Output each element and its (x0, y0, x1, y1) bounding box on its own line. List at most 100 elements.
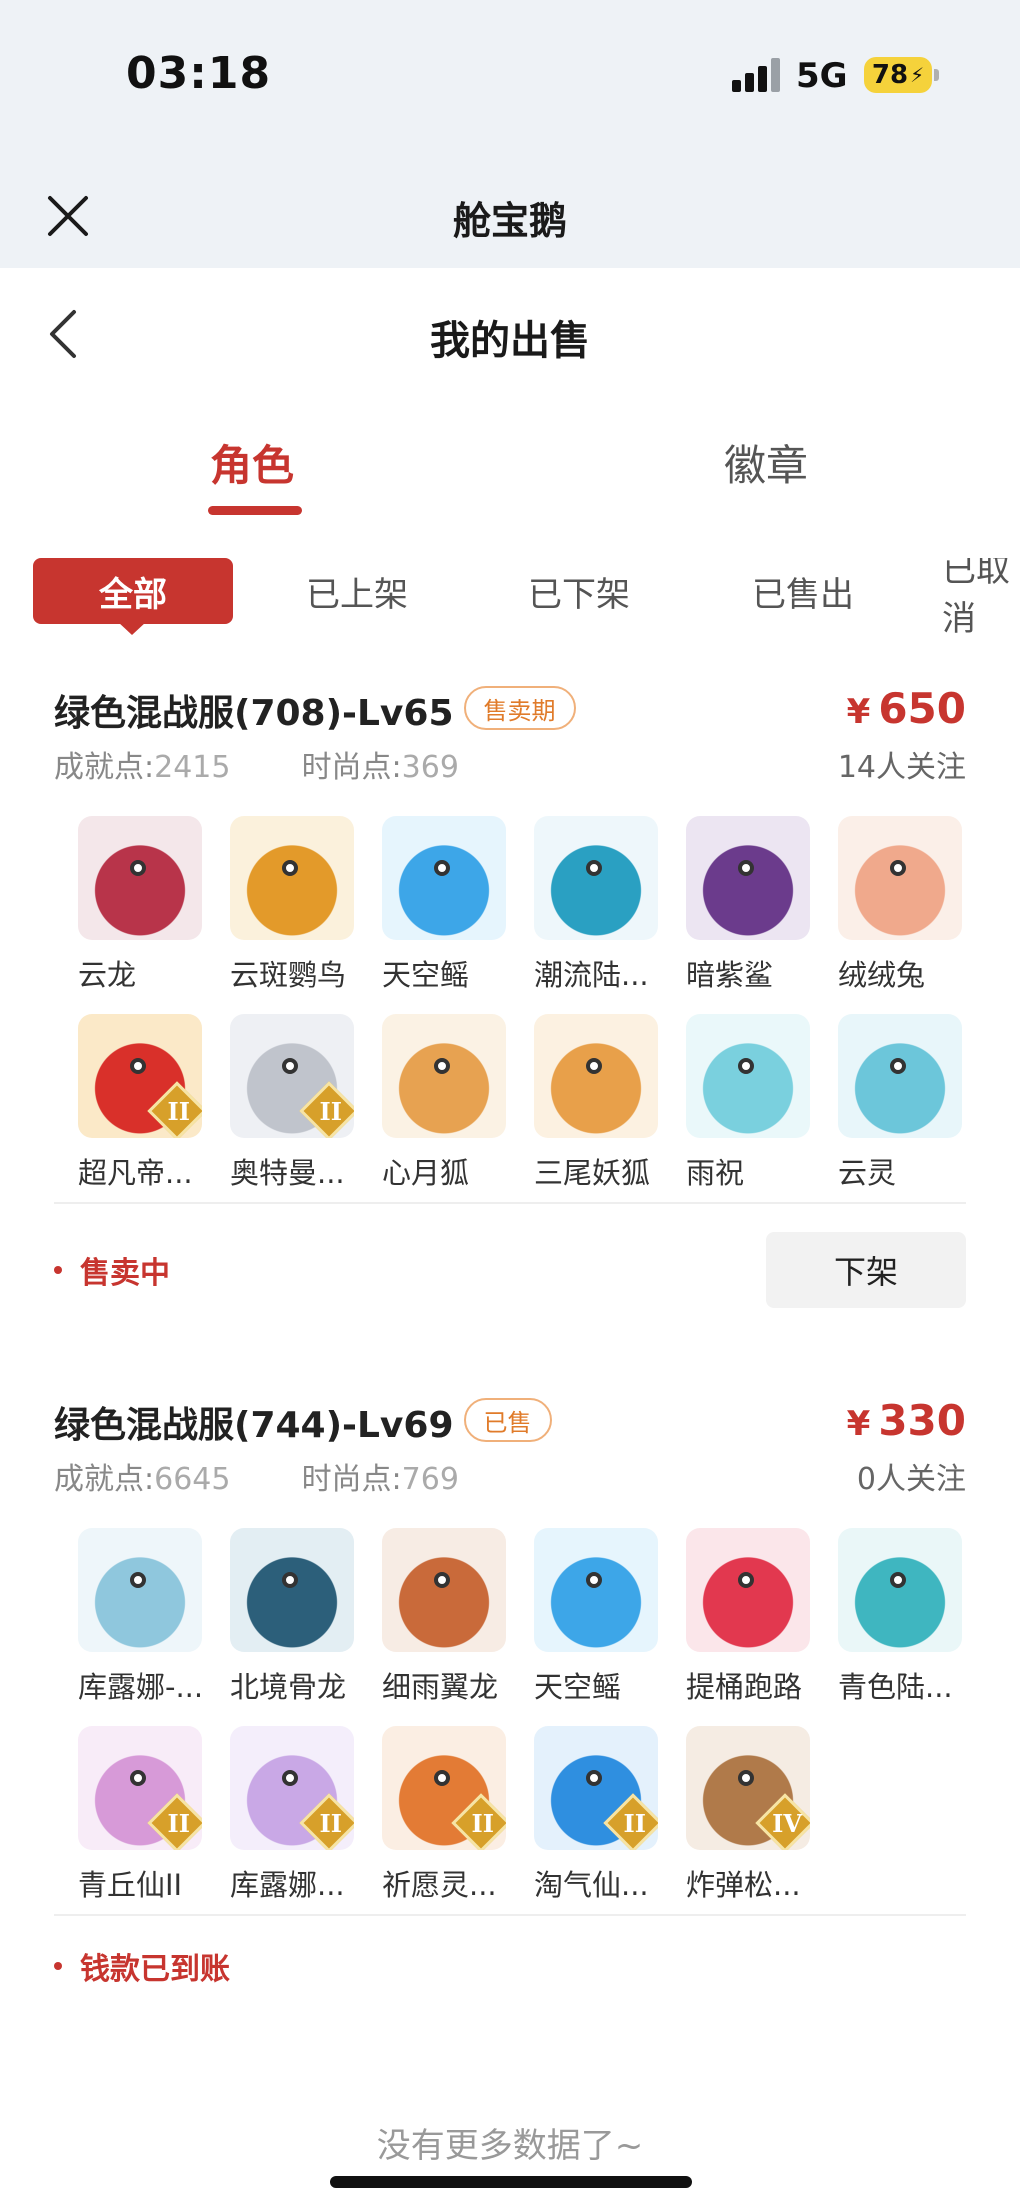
item-thumbnail (382, 1014, 506, 1138)
filter-cancelled[interactable]: 已取消 (942, 558, 1020, 638)
rank-label: II (167, 1097, 190, 1126)
item-tile[interactable]: 云灵 (838, 1014, 988, 1192)
item-thumbnail (534, 816, 658, 940)
item-thumbnail (686, 816, 810, 940)
item-thumbnail (382, 1528, 506, 1652)
listing-stats: 成就点:2415 时尚点:369 (54, 742, 459, 786)
tab-active-underline (208, 506, 302, 515)
item-tile[interactable]: II 超凡帝... (78, 1014, 228, 1192)
sale-status-text: 钱款已到账 (80, 1952, 230, 1987)
item-tile[interactable]: IV 炸弹松... (686, 1726, 836, 1904)
filter-all[interactable]: 全部 (33, 558, 233, 624)
item-tile[interactable]: II 淘气仙... (534, 1726, 684, 1904)
item-eye (586, 1770, 602, 1786)
rank-label: IV (772, 1809, 802, 1838)
item-name: 奥特曼... (230, 1156, 345, 1190)
currency-symbol: ¥ (846, 1404, 871, 1444)
home-indicator (330, 2176, 692, 2188)
item-tile[interactable]: 潮流陆... (534, 816, 684, 994)
achievement-value: 6645 (154, 1462, 231, 1497)
price-value: 650 (878, 684, 966, 733)
follower-count: 14人关注 (837, 750, 966, 785)
item-name: 祈愿灵... (382, 1868, 497, 1902)
item-name: 库露娜... (230, 1868, 345, 1902)
item-eye (586, 860, 602, 876)
item-thumbnail (686, 1014, 810, 1138)
rank-label: II (167, 1809, 190, 1838)
listing-title: 绿色混战服(708)-Lv65 (54, 693, 454, 734)
status-time: 03:18 (126, 48, 272, 99)
item-tile[interactable]: II 库露娜... (230, 1726, 380, 1904)
item-tile[interactable]: 天空鳐 (382, 816, 532, 994)
item-name: 暗紫鲨 (686, 958, 774, 992)
item-tile[interactable]: 提桶跑路 (686, 1528, 836, 1706)
item-name: 绒绒兔 (838, 958, 926, 992)
item-tile[interactable]: 细雨翼龙 (382, 1528, 532, 1706)
item-eye (890, 1058, 906, 1074)
item-name: 云灵 (838, 1156, 897, 1190)
listing-stats: 成就点:6645 时尚点:769 (54, 1454, 459, 1498)
item-name: 青丘仙II (78, 1868, 183, 1902)
item-tile[interactable]: 云斑鹦鸟 (230, 816, 380, 994)
item-tile[interactable]: 天空鳐 (534, 1528, 684, 1706)
item-tile[interactable]: 云龙 (78, 816, 228, 994)
item-tile[interactable]: 库露娜-... (78, 1528, 228, 1706)
item-thumbnail (230, 1528, 354, 1652)
item-thumbnail: II (382, 1726, 506, 1850)
item-eye (738, 1572, 754, 1588)
filter-listed[interactable]: 已上架 (306, 558, 408, 624)
signal-icon (732, 58, 780, 92)
item-name: 青色陆... (838, 1670, 953, 1704)
follower-count: 0人关注 (856, 1462, 966, 1497)
filter-active-pointer (118, 622, 146, 635)
status-filters: 全部 已上架 已下架 已售出 已取消 (0, 558, 1020, 638)
achievement-value: 2415 (154, 750, 231, 785)
status-bar: 03:18 5G 78 ⚡ (0, 0, 1020, 168)
item-eye (586, 1572, 602, 1588)
delist-button[interactable]: 下架 (766, 1232, 966, 1308)
tab-roles[interactable]: 角色 (210, 432, 294, 493)
network-type: 5G (796, 56, 848, 96)
item-eye (738, 1058, 754, 1074)
divider (54, 1914, 966, 1916)
rank-label: II (319, 1809, 342, 1838)
item-thumbnail (686, 1528, 810, 1652)
nav-bar: 我的出售 (0, 268, 1020, 398)
item-thumbnail: II (78, 1726, 202, 1850)
item-name: 三尾妖狐 (534, 1156, 651, 1190)
item-name: 超凡帝... (78, 1156, 193, 1190)
item-tile[interactable]: 青色陆... (838, 1528, 988, 1706)
item-eye (434, 860, 450, 876)
item-tile[interactable]: 雨祝 (686, 1014, 836, 1192)
fashion-value: 369 (401, 750, 459, 785)
item-tile[interactable]: 心月狐 (382, 1014, 532, 1192)
item-name: 潮流陆... (534, 958, 649, 992)
item-tile[interactable]: II 祈愿灵... (382, 1726, 532, 1904)
item-thumbnail: II (534, 1726, 658, 1850)
item-tile[interactable]: 三尾妖狐 (534, 1014, 684, 1192)
item-tile[interactable]: II 奥特曼... (230, 1014, 380, 1192)
listing-card[interactable]: 绿色混战服(744)-Lv69 已售 ¥330 成就点:6645 时尚点:769… (54, 1396, 966, 1996)
item-tile[interactable]: 绒绒兔 (838, 816, 988, 994)
item-name: 提桶跑路 (686, 1670, 803, 1704)
listing-card[interactable]: 绿色混战服(708)-Lv65 售卖期 ¥650 成就点:2415 时尚点:36… (54, 684, 966, 1324)
sale-status: 钱款已到账 (54, 1944, 230, 1988)
item-eye (282, 860, 298, 876)
status-dot (54, 1962, 62, 1970)
item-eye (434, 1572, 450, 1588)
item-tile[interactable]: 北境骨龙 (230, 1528, 380, 1706)
filter-sold[interactable]: 已售出 (752, 558, 854, 624)
no-more-data: 没有更多数据了~ (376, 2126, 644, 2166)
filter-delisted[interactable]: 已下架 (528, 558, 630, 624)
item-eye (890, 860, 906, 876)
item-eye (738, 860, 754, 876)
fashion-value: 769 (401, 1462, 459, 1497)
item-eye (130, 1770, 146, 1786)
item-tile[interactable]: 暗紫鲨 (686, 816, 836, 994)
tab-badges[interactable]: 徽章 (724, 432, 808, 493)
divider (54, 1202, 966, 1204)
item-tile[interactable]: II 青丘仙II (78, 1726, 228, 1904)
item-thumbnail (534, 1014, 658, 1138)
category-tabs: 角色 徽章 (0, 420, 1020, 530)
item-eye (738, 1770, 754, 1786)
